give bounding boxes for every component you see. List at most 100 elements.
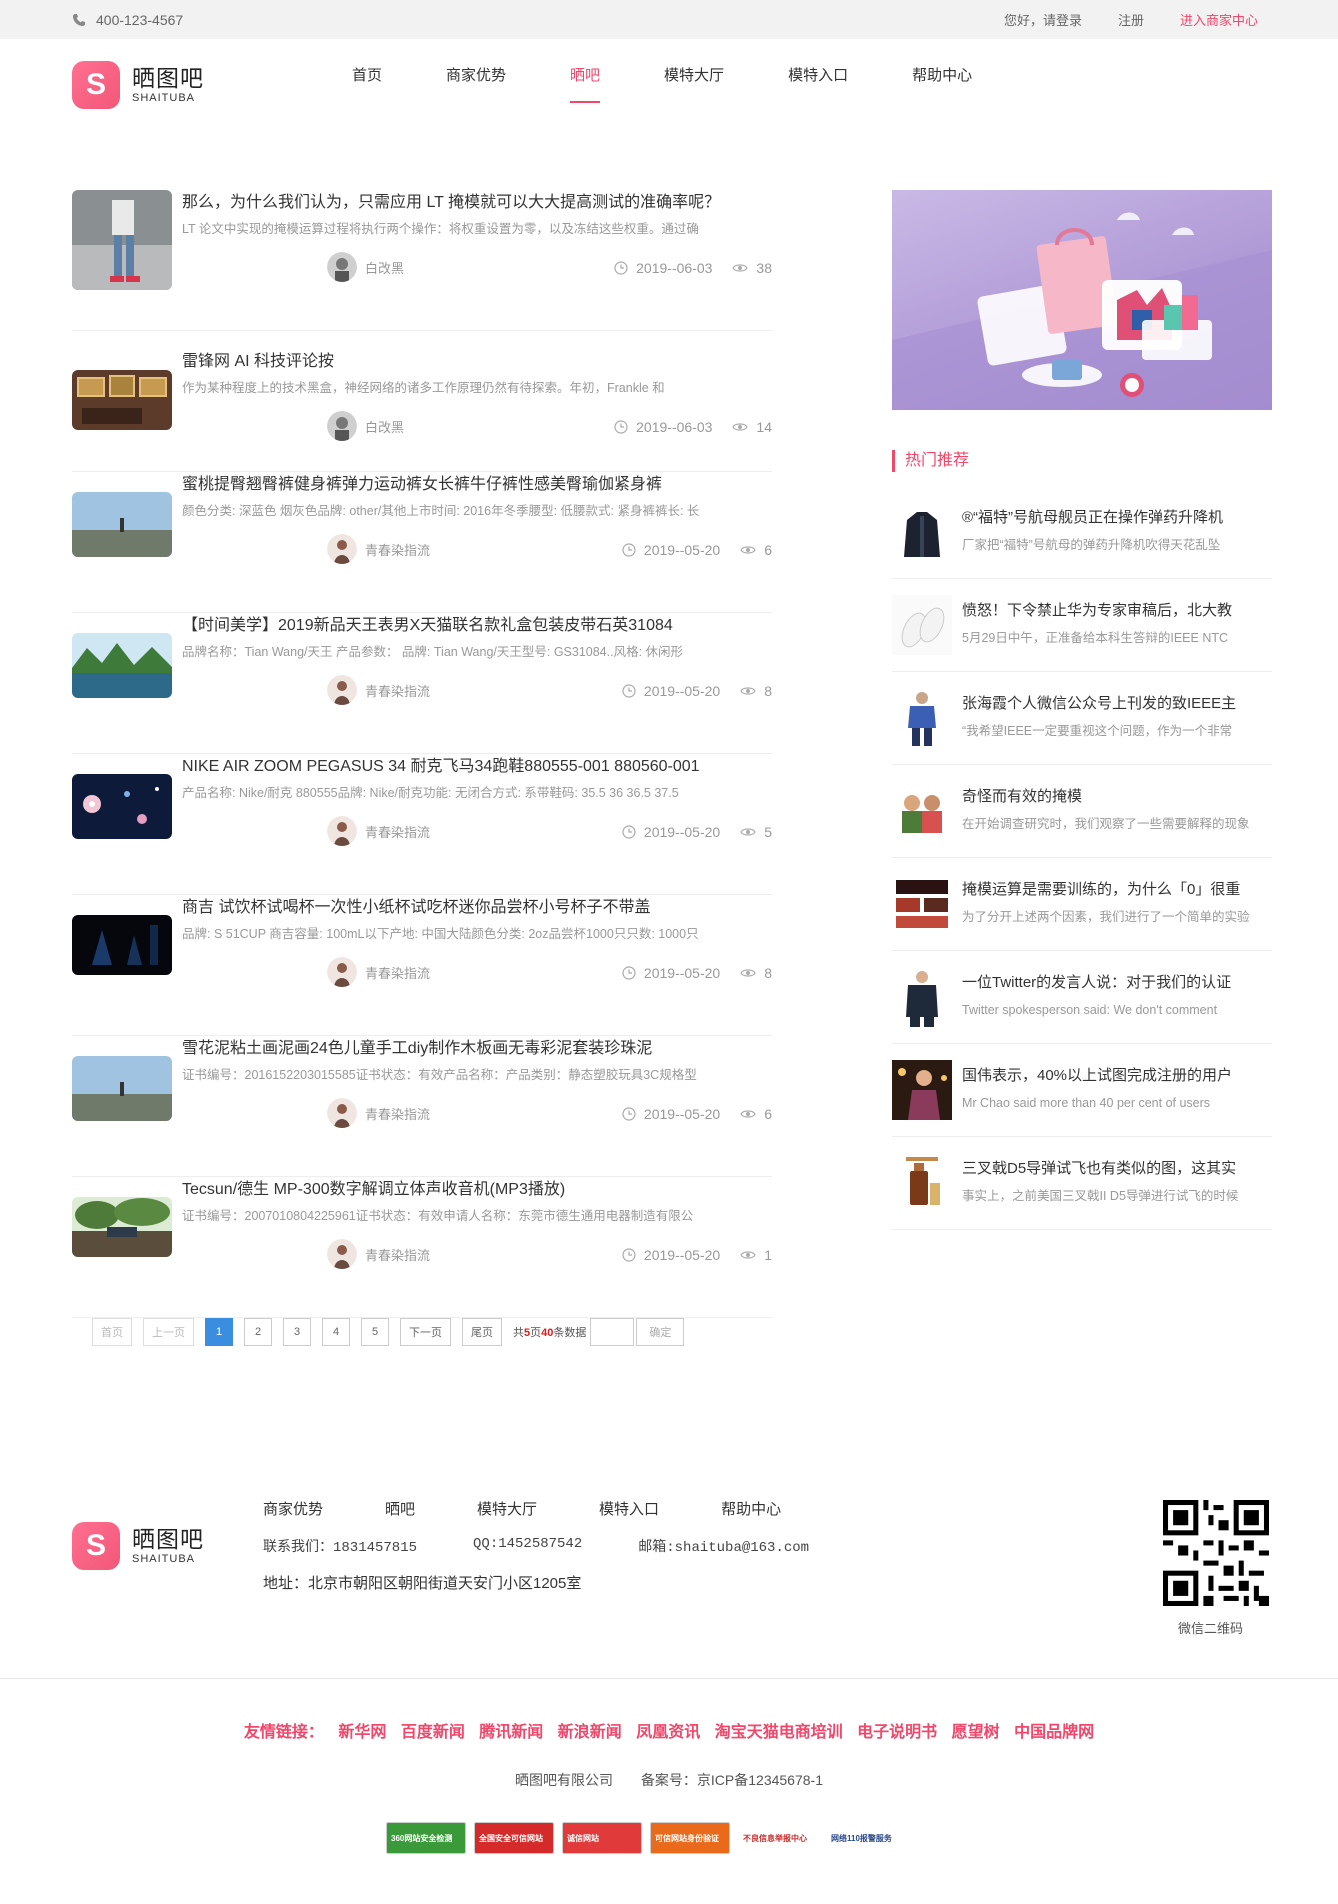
hot-item-thumbnail[interactable] bbox=[892, 688, 952, 748]
hot-item[interactable]: 三叉戟D5导弹试飞也有类似的图，这其实 事实上，之前美国三叉戟II D5导弹进行… bbox=[892, 1137, 1272, 1230]
article-author[interactable]: 白改黑 bbox=[327, 411, 404, 441]
hot-item-title[interactable]: 愤怒！下令禁止华为专家审稿后，北大教 bbox=[962, 601, 1272, 621]
register-link[interactable]: 注册 bbox=[1118, 10, 1144, 29]
article-thumbnail[interactable] bbox=[72, 633, 172, 698]
jump-page-input[interactable] bbox=[590, 1318, 635, 1346]
hot-item-title[interactable]: 一位Twitter的发言人说：对于我们的认证 bbox=[962, 973, 1272, 993]
nav-help-center[interactable]: 帮助中心 bbox=[912, 39, 972, 113]
jump-confirm-button[interactable]: 确定 bbox=[636, 1318, 685, 1346]
first-page-button[interactable]: 首页 bbox=[92, 1318, 132, 1346]
article-thumbnail[interactable] bbox=[72, 915, 172, 975]
article-thumbnail[interactable] bbox=[72, 774, 172, 839]
page-1-button[interactable]: 1 bbox=[205, 1318, 233, 1346]
hot-item[interactable]: 张海霞个人微信公众号上刊发的致IEEE主 “我希望IEEE一定要重视这个问题，作… bbox=[892, 672, 1272, 765]
hot-item-title[interactable]: 国伟表示，40%以上试图完成注册的用户 bbox=[962, 1066, 1272, 1086]
nav-model-entry[interactable]: 模特入口 bbox=[788, 39, 848, 113]
site-logo[interactable]: S 晒图吧 SHAITUBA bbox=[72, 61, 204, 109]
footer-nav-model-entry[interactable]: 模特入口 bbox=[599, 1498, 659, 1519]
hot-item[interactable]: 一位Twitter的发言人说：对于我们的认证 Twitter spokesper… bbox=[892, 951, 1272, 1044]
hot-item[interactable]: 奇怪而有效的掩模 在开始调查研究时，我们观察了一些需要解释的现象 bbox=[892, 765, 1272, 858]
article-author[interactable]: 青春染指流 bbox=[327, 1239, 430, 1269]
friend-link[interactable]: 新华网 bbox=[338, 1724, 386, 1741]
hot-item-title[interactable]: 奇怪而有效的掩模 bbox=[962, 787, 1272, 807]
footer-nav-merchant-advantages[interactable]: 商家优势 bbox=[263, 1498, 323, 1519]
article-item[interactable]: 雷锋网 AI 科技评论按 作为某种程度上的技术黑盒，神经网络的诸多工作原理仍然有… bbox=[72, 331, 772, 472]
friend-link[interactable]: 新浪新闻 bbox=[558, 1724, 622, 1741]
hot-item[interactable]: ®“福特”号航母舰员正在操作弹药升降机 厂家把“福特”号航母的弹药升降机吹得天花… bbox=[892, 486, 1272, 579]
friend-link[interactable]: 愿望树 bbox=[952, 1724, 1000, 1741]
nav-model-hall[interactable]: 模特大厅 bbox=[664, 39, 724, 113]
article-thumbnail[interactable] bbox=[72, 1197, 172, 1257]
next-page-button[interactable]: 下一页 bbox=[400, 1318, 451, 1346]
article-item[interactable]: Tecsun/德生 MP-300数字解调立体声收音机(MP3播放) 证书编号：2… bbox=[72, 1177, 772, 1318]
friend-link[interactable]: 凤凰资讯 bbox=[636, 1724, 700, 1741]
article-title[interactable]: 那么，为什么我们认为，只需应用 LT 掩模就可以大大提高测试的准确率呢？ bbox=[182, 192, 772, 214]
hot-item-thumbnail[interactable] bbox=[892, 1153, 952, 1213]
page-3-button[interactable]: 3 bbox=[283, 1318, 311, 1346]
article-author[interactable]: 青春染指流 bbox=[327, 957, 430, 987]
article-title[interactable]: 【时间美学】2019新品天王表男X天猫联名款礼盒包装皮带石英31084 bbox=[182, 615, 772, 637]
footer-nav-help-center[interactable]: 帮助中心 bbox=[721, 1498, 781, 1519]
article-thumbnail[interactable] bbox=[72, 370, 172, 430]
hot-item-title[interactable]: 张海霞个人微信公众号上刊发的致IEEE主 bbox=[962, 694, 1272, 714]
article-item[interactable]: 【时间美学】2019新品天王表男X天猫联名款礼盒包装皮带石英31084 品牌名称… bbox=[72, 613, 772, 754]
hot-item-thumbnail[interactable] bbox=[892, 502, 952, 562]
friend-link[interactable]: 中国品牌网 bbox=[1014, 1724, 1094, 1741]
friend-link[interactable]: 淘宝天猫电商培训 bbox=[715, 1724, 843, 1741]
nav-shaiba[interactable]: 晒吧 bbox=[570, 39, 601, 113]
page-4-button[interactable]: 4 bbox=[322, 1318, 350, 1346]
article-author[interactable]: 白改黑 bbox=[327, 252, 404, 282]
article-author[interactable]: 青春染指流 bbox=[327, 534, 430, 564]
friend-link[interactable]: 腾讯新闻 bbox=[479, 1724, 543, 1741]
hot-item[interactable]: 国伟表示，40%以上试图完成注册的用户 Mr Chao said more th… bbox=[892, 1044, 1272, 1137]
article-title[interactable]: 雷锋网 AI 科技评论按 bbox=[182, 351, 772, 373]
hot-item-thumbnail[interactable] bbox=[892, 1060, 952, 1120]
page-5-button[interactable]: 5 bbox=[361, 1318, 389, 1346]
trusted-site-badge[interactable]: 全国安全可信网站 bbox=[474, 1822, 554, 1854]
article-title[interactable]: Tecsun/德生 MP-300数字解调立体声收音机(MP3播放) bbox=[182, 1179, 772, 1201]
article-title[interactable]: 雪花泥粘土画泥画24色儿童手工diy制作木板画无毒彩泥套装珍珠泥 bbox=[182, 1038, 772, 1060]
prev-page-button[interactable]: 上一页 bbox=[143, 1318, 194, 1346]
login-link[interactable]: 您好，请登录 bbox=[1004, 10, 1082, 29]
article-author[interactable]: 青春染指流 bbox=[327, 1098, 430, 1128]
article-author[interactable]: 青春染指流 bbox=[327, 816, 430, 846]
credit-site-badge[interactable]: 诚信网站 bbox=[562, 1822, 642, 1854]
friend-link[interactable]: 电子说明书 bbox=[857, 1724, 937, 1741]
hot-item-thumbnail[interactable] bbox=[892, 781, 952, 841]
article-author[interactable]: 青春染指流 bbox=[327, 675, 430, 705]
article-thumbnail[interactable] bbox=[72, 1056, 172, 1121]
friend-link[interactable]: 百度新闻 bbox=[401, 1724, 465, 1741]
police-110-badge[interactable]: 网络110报警服务 bbox=[826, 1822, 906, 1854]
article-item[interactable]: NIKE AIR ZOOM PEGASUS 34 耐克飞马34跑鞋880555-… bbox=[72, 754, 772, 895]
page-2-button[interactable]: 2 bbox=[244, 1318, 272, 1346]
hot-item-thumbnail[interactable] bbox=[892, 967, 952, 1027]
hot-item[interactable]: 愤怒！下令禁止华为专家审稿后，北大教 5月29日中午，正准备给本科生答辩的IEE… bbox=[892, 579, 1272, 672]
hot-item-thumbnail[interactable] bbox=[892, 595, 952, 655]
hot-item-title[interactable]: 三叉戟D5导弹试飞也有类似的图，这其实 bbox=[962, 1159, 1272, 1179]
hot-item-title[interactable]: 掩模运算是需要训练的，为什么「0」很重 bbox=[962, 880, 1272, 900]
article-title[interactable]: 蜜桃提臀翘臀裤健身裤弹力运动裤女长裤牛仔裤性感美臀瑜伽紧身裤 bbox=[182, 474, 772, 496]
article-thumbnail[interactable] bbox=[72, 492, 172, 557]
article-item[interactable]: 商吉 试饮杯试喝杯一次性小纸杯试吃杯迷你品尝杯小号杯子不带盖 品牌: S 51C… bbox=[72, 895, 772, 1036]
security-check-badge[interactable]: 360网站安全检测 bbox=[386, 1822, 466, 1854]
hot-item-title[interactable]: ®“福特”号航母舰员正在操作弹药升降机 bbox=[962, 508, 1272, 528]
icp-record[interactable]: 备案号：京ICP备12345678-1 bbox=[641, 1772, 823, 1788]
merchant-center-link[interactable]: 进入商家中心 bbox=[1180, 10, 1258, 29]
hot-item[interactable]: 掩模运算是需要训练的，为什么「0」很重 为了分开上述两个因素，我们进行了一个简单… bbox=[892, 858, 1272, 951]
nav-home[interactable]: 首页 bbox=[352, 39, 382, 113]
report-center-badge[interactable]: 不良信息举报中心 bbox=[738, 1822, 818, 1854]
footer-nav-model-hall[interactable]: 模特大厅 bbox=[477, 1498, 537, 1519]
footer-logo[interactable]: S 晒图吧 SHAITUBA bbox=[72, 1522, 204, 1570]
last-page-button[interactable]: 尾页 bbox=[462, 1318, 502, 1346]
nav-merchant-advantages[interactable]: 商家优势 bbox=[446, 39, 506, 113]
article-item[interactable]: 蜜桃提臀翘臀裤健身裤弹力运动裤女长裤牛仔裤性感美臀瑜伽紧身裤 颜色分类: 深蓝色… bbox=[72, 472, 772, 613]
article-title[interactable]: 商吉 试饮杯试喝杯一次性小纸杯试吃杯迷你品尝杯小号杯子不带盖 bbox=[182, 897, 772, 919]
article-item[interactable]: 雪花泥粘土画泥画24色儿童手工diy制作木板画无毒彩泥套装珍珠泥 证书编号：20… bbox=[72, 1036, 772, 1177]
article-item[interactable]: 那么，为什么我们认为，只需应用 LT 掩模就可以大大提高测试的准确率呢？ LT … bbox=[72, 190, 772, 331]
promo-banner[interactable] bbox=[892, 190, 1272, 410]
footer-nav-shaiba[interactable]: 晒吧 bbox=[385, 1498, 415, 1519]
verified-site-badge[interactable]: 可信网站身份验证 bbox=[650, 1822, 730, 1854]
article-title[interactable]: NIKE AIR ZOOM PEGASUS 34 耐克飞马34跑鞋880555-… bbox=[182, 756, 772, 778]
hot-item-thumbnail[interactable] bbox=[892, 874, 952, 934]
article-thumbnail[interactable] bbox=[72, 190, 172, 290]
